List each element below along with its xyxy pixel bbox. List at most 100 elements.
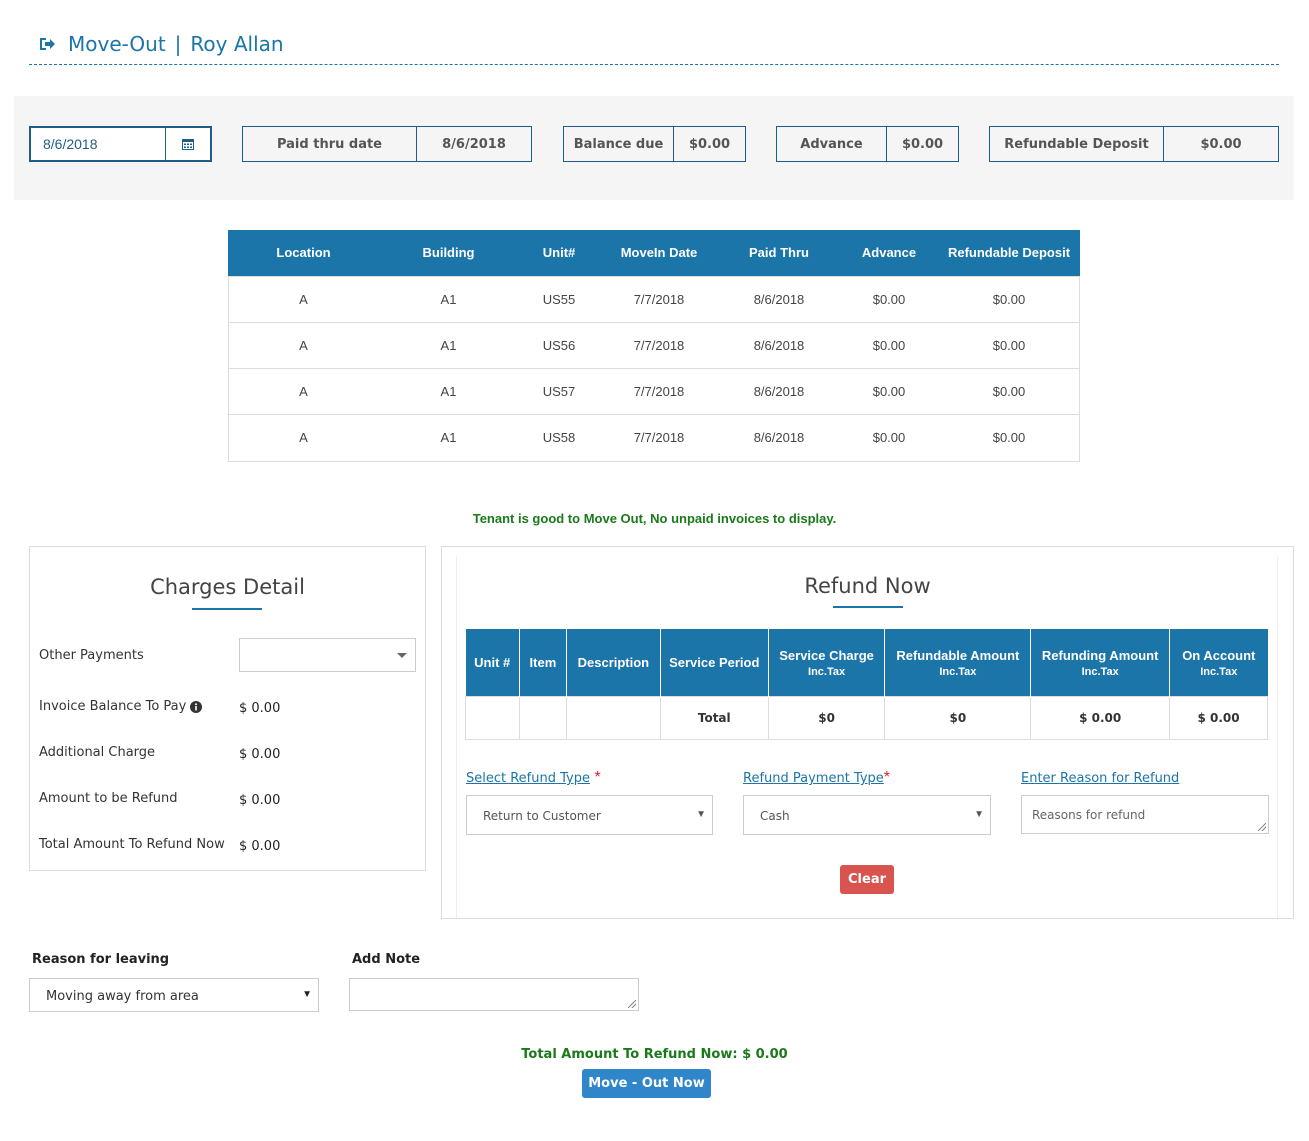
cell-location: A bbox=[228, 367, 379, 414]
col-unit: Unit # bbox=[465, 629, 520, 696]
cell-building: A1 bbox=[379, 413, 518, 460]
payment-type-select[interactable]: Cash ▼ bbox=[743, 795, 991, 835]
refundable-amount-title: Refundable Amount bbox=[896, 647, 1020, 663]
cell-advance: $0.00 bbox=[840, 367, 938, 414]
reason-leaving-select[interactable]: Moving away from area ▼ bbox=[29, 978, 319, 1012]
invoice-balance-value: $ 0.00 bbox=[239, 701, 281, 716]
chevron-down-icon: ▼ bbox=[974, 809, 984, 820]
balance-due-label: Balance due bbox=[564, 127, 674, 161]
cell-paid-thru: 8/6/2018 bbox=[718, 321, 840, 368]
page-header: Move-Out | Roy Allan bbox=[38, 30, 284, 58]
title-underline bbox=[833, 606, 903, 608]
col-refunding-amount: Refunding Amount Inc.Tax bbox=[1030, 629, 1171, 696]
refund-table: Unit # Item Description Service Period S… bbox=[465, 629, 1268, 740]
invoice-balance-row: Invoice Balance To Pay bbox=[39, 699, 203, 714]
cell-movein-date: 7/7/2018 bbox=[600, 275, 718, 322]
refund-table-header: Unit # Item Description Service Period S… bbox=[465, 629, 1268, 696]
cell-advance: $0.00 bbox=[840, 321, 938, 368]
cell-advance: $0.00 bbox=[840, 275, 938, 322]
total-refundable: $0 bbox=[884, 695, 1032, 740]
paid-thru-label: Paid thru date bbox=[243, 127, 417, 161]
col-location: Location bbox=[228, 230, 379, 276]
add-note-textarea[interactable] bbox=[349, 978, 639, 1011]
col-refundable-amount: Refundable Amount Inc.Tax bbox=[884, 629, 1032, 696]
resize-handle[interactable] bbox=[628, 1000, 636, 1008]
cell-refundable-deposit: $0.00 bbox=[938, 275, 1080, 322]
calendar-button[interactable] bbox=[165, 128, 210, 160]
required-mark: * bbox=[594, 769, 601, 786]
total-service-charge: $0 bbox=[767, 695, 886, 740]
col-refundable-deposit: Refundable Deposit bbox=[938, 230, 1080, 276]
amount-refund-label: Amount to be Refund bbox=[39, 791, 178, 806]
col-description: Description bbox=[566, 629, 661, 696]
inc-tax-label: Inc.Tax bbox=[939, 665, 977, 678]
cell-unit: US57 bbox=[518, 367, 600, 414]
refund-reason-textarea[interactable]: Reasons for refund bbox=[1021, 795, 1269, 834]
col-on-account: On Account Inc.Tax bbox=[1169, 629, 1268, 696]
cell-movein-date: 7/7/2018 bbox=[600, 413, 718, 460]
reason-leaving-label: Reason for leaving bbox=[32, 952, 170, 967]
total-refund-label: Total Amount To Refund Now bbox=[39, 837, 225, 852]
info-icon[interactable] bbox=[190, 700, 203, 713]
cell-unit: US58 bbox=[518, 413, 600, 460]
clear-button[interactable]: Clear bbox=[840, 865, 894, 894]
refund-type-label-wrap: Select Refund Type * bbox=[466, 769, 601, 787]
inc-tax-label: Inc.Tax bbox=[1081, 665, 1119, 678]
cell-location: A bbox=[228, 275, 379, 322]
col-service-charge: Service Charge Inc.Tax bbox=[768, 629, 886, 696]
col-paid-thru: Paid Thru bbox=[718, 230, 840, 276]
refund-type-label[interactable]: Select Refund Type bbox=[466, 771, 590, 786]
cell-refundable-deposit: $0.00 bbox=[938, 321, 1080, 368]
refund-type-select[interactable]: Return to Customer ▼ bbox=[466, 795, 713, 835]
status-message: Tenant is good to Move Out, No unpaid in… bbox=[472, 511, 837, 526]
title-separator: | bbox=[174, 32, 182, 56]
header-divider bbox=[29, 64, 1279, 65]
cell-movein-date: 7/7/2018 bbox=[600, 367, 718, 414]
col-item: Item bbox=[519, 629, 567, 696]
required-mark: * bbox=[883, 769, 891, 786]
refunding-amount-title: Refunding Amount bbox=[1041, 647, 1159, 663]
inc-tax-label: Inc.Tax bbox=[808, 665, 846, 678]
paid-thru-box: Paid thru date 8/6/2018 bbox=[242, 126, 532, 162]
cell-unit: US56 bbox=[518, 321, 600, 368]
payment-type-label[interactable]: Refund Payment Type bbox=[743, 771, 884, 786]
refund-total-row: Total $0 $0 $ 0.00 $ 0.00 bbox=[465, 695, 1268, 740]
advance-label: Advance bbox=[777, 127, 887, 161]
refundable-deposit-value: $0.00 bbox=[1200, 136, 1242, 152]
cell-paid-thru: 8/6/2018 bbox=[718, 367, 840, 414]
cell-empty bbox=[518, 695, 567, 740]
payment-type-label-wrap: Refund Payment Type* bbox=[743, 769, 890, 787]
move-out-date-input[interactable]: 8/6/2018 bbox=[31, 128, 165, 160]
additional-charge-label: Additional Charge bbox=[39, 745, 156, 760]
other-payments-label: Other Payments bbox=[39, 648, 144, 663]
cell-building: A1 bbox=[379, 275, 518, 322]
total-on-account: $ 0.00 bbox=[1169, 695, 1268, 740]
balance-due-value: $0.00 bbox=[688, 136, 731, 152]
cell-empty bbox=[565, 695, 661, 740]
refund-reason-label[interactable]: Enter Reason for Refund bbox=[1021, 771, 1179, 786]
total-refund-value: $ 0.00 bbox=[239, 839, 281, 854]
other-payments-select[interactable] bbox=[239, 638, 416, 672]
units-table-header: Location Building Unit# MoveIn Date Paid… bbox=[228, 230, 1080, 276]
cell-refundable-deposit: $0.00 bbox=[938, 413, 1080, 460]
cell-empty bbox=[465, 695, 520, 740]
balance-due-box: Balance due $0.00 bbox=[563, 126, 746, 162]
col-building: Building bbox=[379, 230, 518, 276]
resize-handle[interactable] bbox=[1258, 823, 1266, 831]
chevron-down-icon: ▼ bbox=[302, 989, 312, 1000]
move-out-date-picker[interactable]: 8/6/2018 bbox=[29, 126, 212, 162]
chevron-down-icon: ▼ bbox=[696, 809, 706, 820]
invoice-balance-label: Invoice Balance To Pay bbox=[39, 699, 187, 714]
table-row: A A1 US57 7/7/2018 8/6/2018 $0.00 $0.00 bbox=[228, 367, 1080, 414]
chevron-down-icon bbox=[397, 653, 407, 658]
cell-unit: US55 bbox=[518, 275, 600, 322]
cell-movein-date: 7/7/2018 bbox=[600, 321, 718, 368]
reason-leaving-value: Moving away from area bbox=[46, 989, 199, 1004]
col-unit: Unit# bbox=[518, 230, 600, 276]
cell-refundable-deposit: $0.00 bbox=[938, 367, 1080, 414]
move-out-button[interactable]: Move - Out Now bbox=[582, 1069, 711, 1098]
on-account-title: On Account bbox=[1182, 647, 1256, 663]
units-table: Location Building Unit# MoveIn Date Paid… bbox=[228, 230, 1080, 460]
additional-charge-value: $ 0.00 bbox=[239, 747, 281, 762]
table-row: A A1 US58 7/7/2018 8/6/2018 $0.00 $0.00 bbox=[228, 413, 1080, 460]
